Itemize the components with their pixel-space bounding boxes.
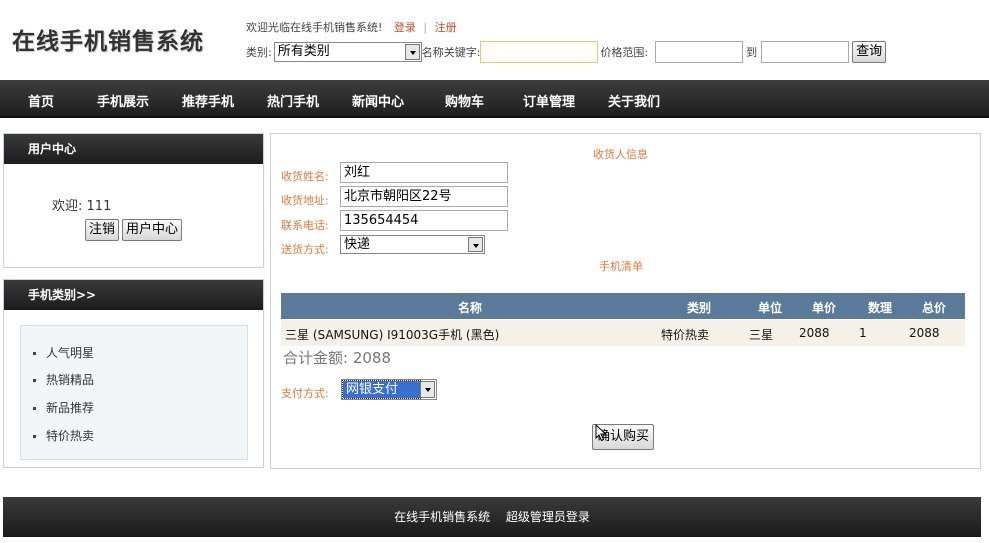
price-max-input[interactable] — [761, 41, 850, 63]
category-item[interactable]: 新品推荐 — [33, 399, 94, 416]
row-unit: 三星 — [749, 328, 774, 342]
payment-method-select[interactable]: 网银支付 — [341, 379, 437, 400]
bullet-icon — [33, 379, 36, 382]
main-nav: 首页 手机展示 推荐手机 热门手机 新闻中心 购物车 订单管理 关于我们 — [0, 80, 989, 118]
order-total-label: 合计金额: — [283, 349, 349, 367]
mouse-cursor-icon — [595, 424, 607, 442]
login-link[interactable]: 登录 — [394, 21, 416, 34]
footer-system-name: 在线手机销售系统 — [394, 510, 491, 524]
col-price: 单价 — [812, 301, 837, 315]
payment-method-label: 支付方式: — [281, 387, 329, 400]
user-center-button[interactable]: 用户中心 — [122, 219, 183, 241]
recipient-section-title: 收货人信息 — [593, 148, 648, 161]
nav-recommended[interactable]: 推荐手机 — [182, 91, 234, 110]
user-center-panel: 用户中心 欢迎: 111 注销 用户中心 — [3, 133, 264, 268]
price-min-input[interactable] — [655, 41, 744, 63]
category-select[interactable]: 所有类别 — [273, 42, 422, 62]
recipient-name-label: 收货姓名: — [281, 170, 329, 183]
row-total: 2088 — [909, 326, 940, 340]
col-total: 总价 — [922, 301, 947, 315]
col-unit: 单位 — [758, 301, 783, 315]
bullet-icon — [33, 352, 36, 355]
user-welcome: 欢迎: 111 — [52, 195, 111, 214]
nav-cart[interactable]: 购物车 — [445, 91, 484, 110]
recipient-address-field[interactable]: 北京市朝阳区22号 — [340, 186, 508, 207]
search-button[interactable]: 查询 — [852, 41, 887, 63]
category-label: 类别: — [246, 46, 272, 59]
page: 在线手机销售系统 欢迎光临在线手机销售系统! 登录 | 注册 类别: 所有类别 … — [0, 0, 989, 543]
order-table-header: 名称 类别 单位 单价 数理 总价 — [281, 293, 965, 319]
table-row: 三星 (SAMSUNG) I91003G手机 (黑色) 特价热卖 三星 2088… — [281, 320, 965, 346]
payment-method-value: 网银支付 — [342, 380, 421, 399]
welcome-text: 欢迎光临在线手机销售系统! — [246, 21, 383, 34]
nav-news[interactable]: 新闻中心 — [352, 91, 404, 110]
row-name: 三星 (SAMSUNG) I91003G手机 (黑色) — [285, 328, 500, 342]
header-welcome-bar: 欢迎光临在线手机销售系统! 登录 | 注册 — [246, 19, 457, 35]
category-item[interactable]: 人气明星 — [33, 344, 94, 361]
price-range-label: 价格范围: — [600, 46, 649, 59]
admin-login-link[interactable]: 超级管理员登录 — [506, 510, 590, 524]
nav-about[interactable]: 关于我们 — [608, 91, 660, 110]
user-center-title: 用户中心 — [4, 134, 263, 164]
recipient-phone-label: 联系电话: — [281, 219, 329, 232]
category-panel-title: 手机类别>> — [4, 280, 263, 310]
dropdown-arrow-icon[interactable] — [404, 44, 420, 60]
col-category: 类别 — [687, 301, 712, 315]
col-name: 名称 — [458, 301, 483, 315]
register-link[interactable]: 注册 — [435, 21, 457, 34]
delivery-method-label: 送货方式: — [281, 243, 329, 256]
col-qty: 数理 — [868, 301, 893, 315]
bullet-icon — [33, 435, 36, 438]
nav-orders[interactable]: 订单管理 — [523, 91, 575, 110]
category-list: 人气明星 热销精品 新品推荐 特价热卖 — [20, 325, 248, 460]
nav-phone-showcase[interactable]: 手机展示 — [97, 91, 149, 110]
site-title: 在线手机销售系统 — [12, 29, 204, 55]
recipient-phone-field[interactable]: 135654454 — [340, 210, 508, 231]
bullet-icon — [33, 407, 36, 410]
order-section-title: 手机清单 — [599, 260, 643, 273]
link-separator: | — [423, 21, 428, 34]
order-total-value: 2088 — [352, 349, 392, 367]
keyword-input[interactable] — [480, 41, 599, 63]
delivery-method-select[interactable]: 快递 — [340, 235, 485, 254]
keyword-label: 名称关键字: — [421, 46, 481, 59]
recipient-address-label: 收货地址: — [281, 194, 329, 207]
price-to-label: 到 — [746, 46, 758, 59]
nav-hot[interactable]: 热门手机 — [267, 91, 319, 110]
nav-home[interactable]: 首页 — [28, 91, 54, 110]
username: 111 — [86, 199, 112, 214]
dropdown-arrow-icon[interactable] — [420, 381, 435, 398]
category-item[interactable]: 特价热卖 — [33, 427, 94, 444]
category-select-value: 所有类别 — [277, 44, 330, 59]
delivery-method-value: 快递 — [344, 237, 371, 252]
row-price: 2088 — [799, 326, 830, 340]
row-category: 特价热卖 — [661, 328, 710, 342]
search-bar: 类别: 所有类别 名称关键字: 价格范围: 到 查询 — [246, 40, 887, 64]
recipient-name-field[interactable]: 刘红 — [340, 162, 508, 183]
logout-button[interactable]: 注销 — [85, 219, 120, 241]
dropdown-arrow-icon[interactable] — [468, 237, 483, 252]
order-total: 合计金额: 2088 — [283, 347, 391, 368]
footer: 在线手机销售系统 超级管理员登录 — [3, 497, 981, 537]
user-welcome-label: 欢迎: — [52, 199, 83, 214]
row-qty: 1 — [859, 326, 867, 340]
category-item[interactable]: 热销精品 — [33, 371, 94, 388]
